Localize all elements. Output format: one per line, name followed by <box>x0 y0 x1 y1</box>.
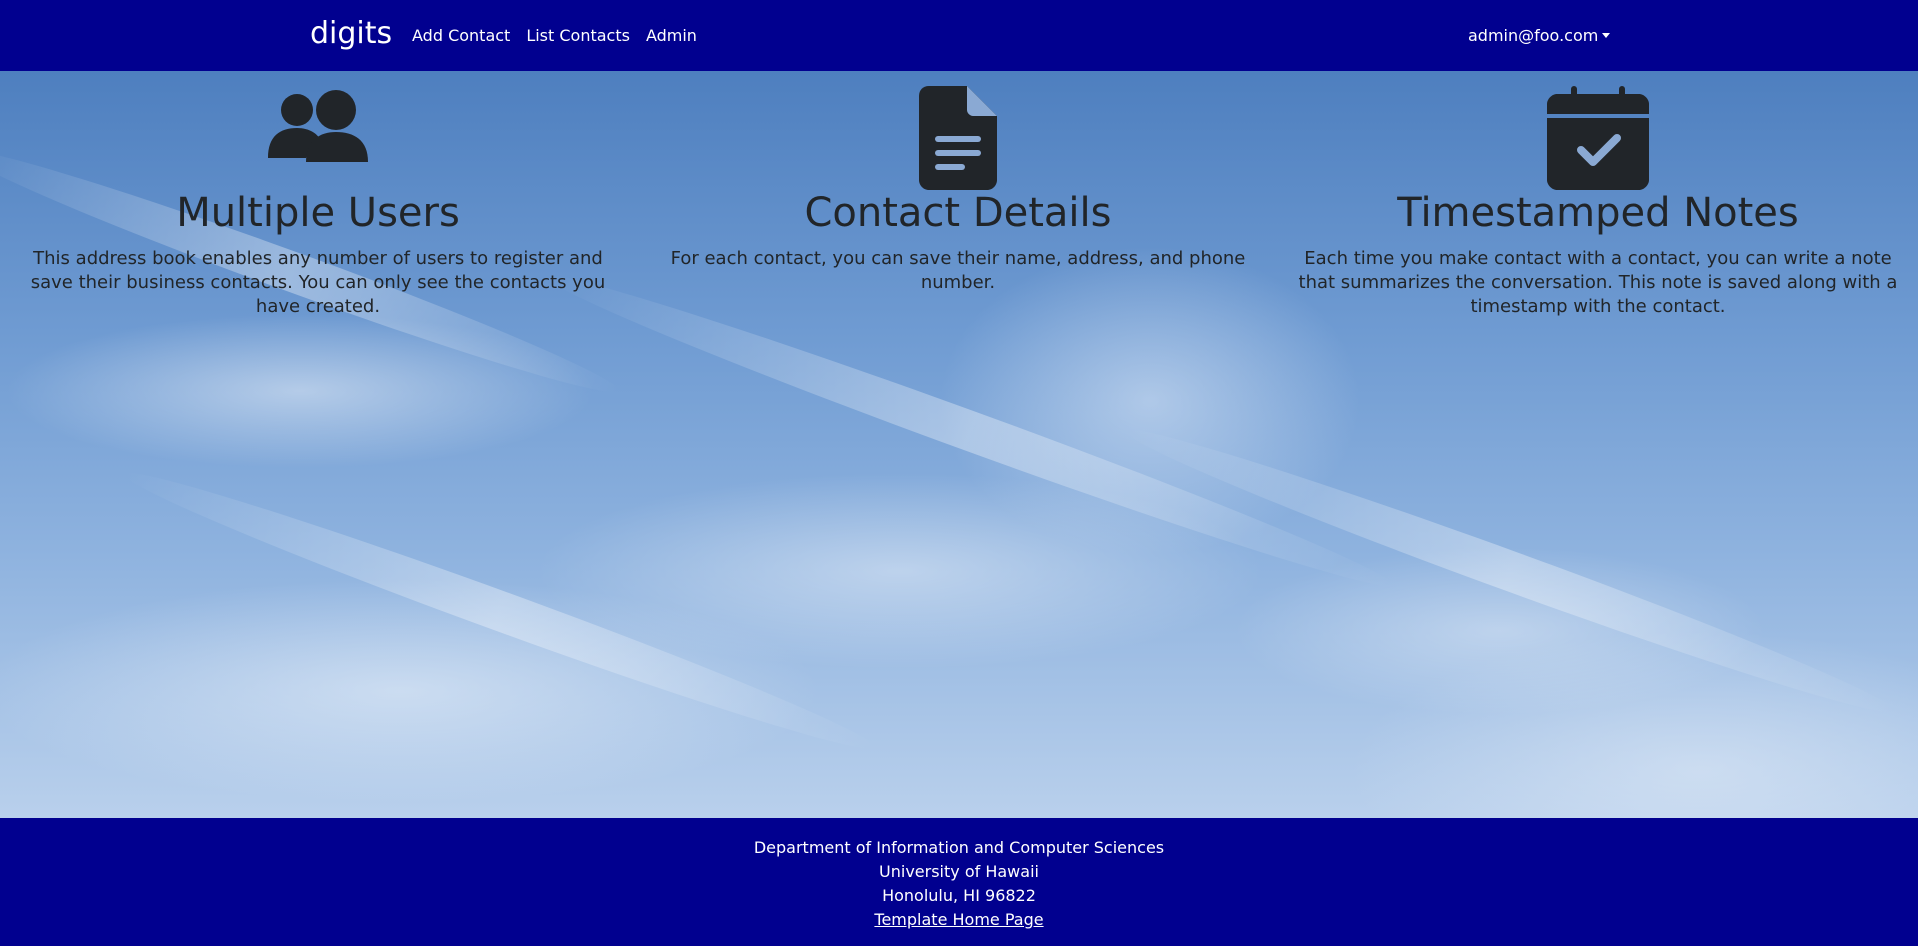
calendar-check-icon <box>1547 86 1649 190</box>
footer-university: University of Hawaii <box>879 862 1039 881</box>
feature-title: Multiple Users <box>176 190 460 236</box>
landing-main: Multiple Users This address book enables… <box>0 71 1918 818</box>
brand-link[interactable]: digits <box>310 14 392 54</box>
footer-city: Honolulu, HI 96822 <box>882 886 1036 905</box>
nav-list-contacts[interactable]: List Contacts <box>526 24 630 48</box>
user-menu-label: admin@foo.com <box>1468 26 1599 45</box>
template-home-link[interactable]: Template Home Page <box>874 910 1043 929</box>
feature-title: Contact Details <box>804 190 1112 236</box>
users-icon <box>268 90 368 162</box>
feature-timestamped-notes: Timestamped Notes Each time you make con… <box>1288 71 1908 331</box>
feature-description: Each time you make contact with a contac… <box>1298 248 1898 317</box>
caret-down-icon <box>1602 33 1611 38</box>
file-text-icon <box>919 86 997 190</box>
user-menu-dropdown[interactable]: admin@foo.com <box>1468 24 1611 48</box>
feature-description: For each contact, you can save their nam… <box>670 248 1246 293</box>
nav-add-contact[interactable]: Add Contact <box>412 24 510 48</box>
navbar: digits Add Contact List Contacts Admin a… <box>0 0 1918 71</box>
footer-department: Department of Information and Computer S… <box>753 838 1165 857</box>
footer-address: Department of Information and Computer S… <box>0 836 1918 932</box>
nav-admin[interactable]: Admin <box>646 24 697 48</box>
feature-multiple-users: Multiple Users This address book enables… <box>8 71 628 331</box>
cloud-streak <box>117 455 883 767</box>
nav-links: Add Contact List Contacts Admin <box>412 24 697 48</box>
footer: Department of Information and Computer S… <box>0 818 1918 946</box>
feature-title: Timestamped Notes <box>1397 190 1799 236</box>
cloud-streak <box>1117 411 1903 731</box>
feature-description: This address book enables any number of … <box>30 248 606 317</box>
feature-contact-details: Contact Details For each contact, you ca… <box>648 71 1268 331</box>
